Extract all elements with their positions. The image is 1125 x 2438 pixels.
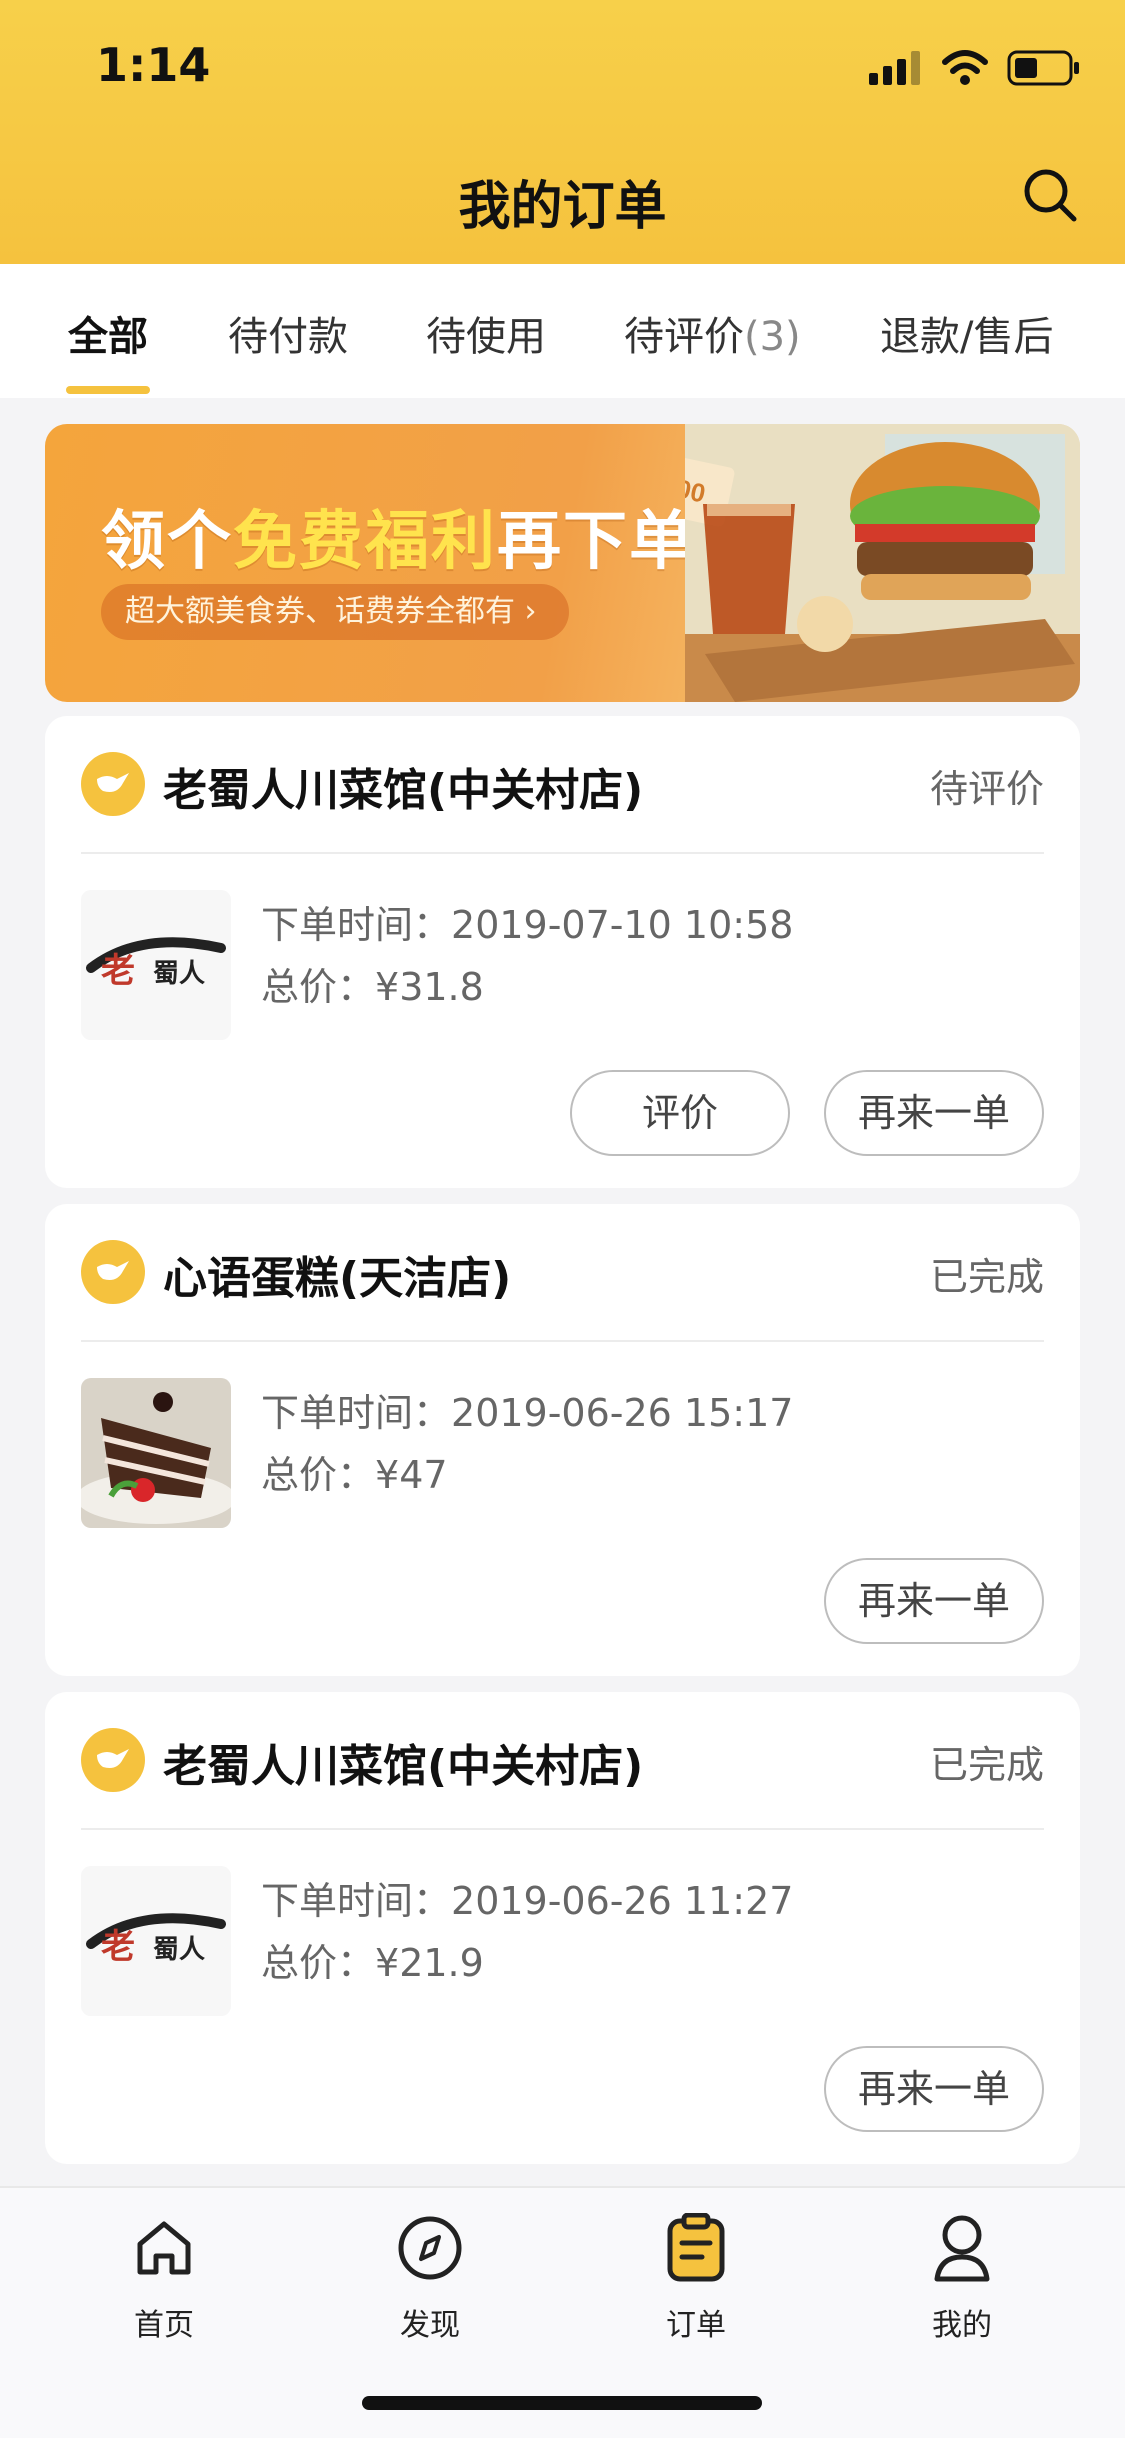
cake-thumbnail[interactable] [81,1378,231,1528]
search-button[interactable] [1015,160,1085,230]
order-card[interactable]: 老蜀人川菜馆(中关村店) 已完成 老 蜀人 下单时间：2019-06-26 11… [45,1692,1080,2164]
order-price: 总价：¥21.9 [261,1941,484,1985]
status-time: 1:14 [96,38,211,92]
svg-text:蜀人: 蜀人 [153,1934,205,1964]
svg-text:老: 老 [101,952,135,990]
svg-text:老: 老 [101,1928,135,1966]
order-tabs: 全部 待付款 待使用 待评价(3) 退款/售后 [0,264,1125,398]
nav-orders-label: 订单 [666,2308,726,2343]
order-icon [667,2213,725,2282]
burger-drink-illustration: 100 [685,424,1080,702]
tab-review-count: (3) [744,314,801,360]
page-title: 我的订单 [458,177,667,237]
order-price: 总价：¥47 [261,1453,448,1497]
header: 1:14 我的订单 [0,0,1125,264]
nav-home-label: 首页 [134,2308,194,2343]
shop-logo-icon [81,1240,145,1304]
nav-profile[interactable]: 我的 [882,2210,1042,2344]
active-tab-indicator [66,386,150,394]
home-icon [137,2221,191,2275]
order-card[interactable]: 老蜀人川菜馆(中关村店) 待评价 老 蜀人 下单时间：2019-07-10 10… [45,716,1080,1188]
reorder-button[interactable]: 再来一单 [824,1558,1044,1644]
wifi-icon [942,50,988,85]
shop-name[interactable]: 心语蛋糕(天洁店) [163,1242,511,1306]
order-time: 下单时间：2019-06-26 11:27 [261,1879,794,1923]
search-icon [1024,169,1077,222]
order-status: 已完成 [929,1255,1044,1299]
nav-discover-label: 发现 [400,2308,460,2343]
card-divider [81,1828,1044,1830]
shop-logo-icon [81,1728,145,1792]
tab-to-review[interactable]: 待评价(3) [624,304,801,362]
shop-thumbnail[interactable]: 老 蜀人 [81,890,231,1040]
nav-orders[interactable]: 订单 [616,2210,776,2344]
shop-thumbnail[interactable]: 老 蜀人 [81,1866,231,2016]
svg-text:蜀人: 蜀人 [153,958,205,988]
compass-icon [398,2216,462,2280]
nav-discover[interactable]: 发现 [350,2210,510,2344]
tab-refund[interactable]: 退款/售后 [880,304,1053,362]
banner-subtitle: 超大额美食券、话费券全都有 › [101,584,569,640]
promo-banner[interactable]: 领个免费福利再下单 超大额美食券、话费券全都有 › 100 [45,424,1080,702]
battery-icon [1007,50,1079,86]
card-divider [81,1340,1044,1342]
order-card[interactable]: 心语蛋糕(天洁店) 已完成 下单时间：2019-06-26 15:17 总价：¥… [45,1204,1080,1676]
shop-name[interactable]: 老蜀人川菜馆(中关村店) [163,1730,643,1794]
banner-headline: 领个免费福利再下单 [101,505,695,579]
status-icons [869,46,1081,90]
tab-to-use[interactable]: 待使用 [426,304,546,362]
card-divider [81,852,1044,854]
home-indicator[interactable] [362,2396,762,2410]
tab-all[interactable]: 全部 [68,304,148,362]
shop-logo-icon [81,752,145,816]
tab-pending-payment[interactable]: 待付款 [228,304,348,362]
order-price: 总价：¥31.8 [261,965,484,1009]
nav-profile-label: 我的 [932,2308,992,2343]
nav-home[interactable]: 首页 [84,2210,244,2344]
order-status: 已完成 [929,1743,1044,1787]
order-time: 下单时间：2019-07-10 10:58 [261,903,794,947]
shop-name[interactable]: 老蜀人川菜馆(中关村店) [163,754,643,818]
review-button[interactable]: 评价 [570,1070,790,1156]
order-status: 待评价 [929,767,1044,811]
user-icon [934,2215,990,2282]
reorder-button[interactable]: 再来一单 [824,1070,1044,1156]
signal-icon [869,51,920,85]
reorder-button[interactable]: 再来一单 [824,2046,1044,2132]
order-time: 下单时间：2019-06-26 15:17 [261,1391,794,1435]
